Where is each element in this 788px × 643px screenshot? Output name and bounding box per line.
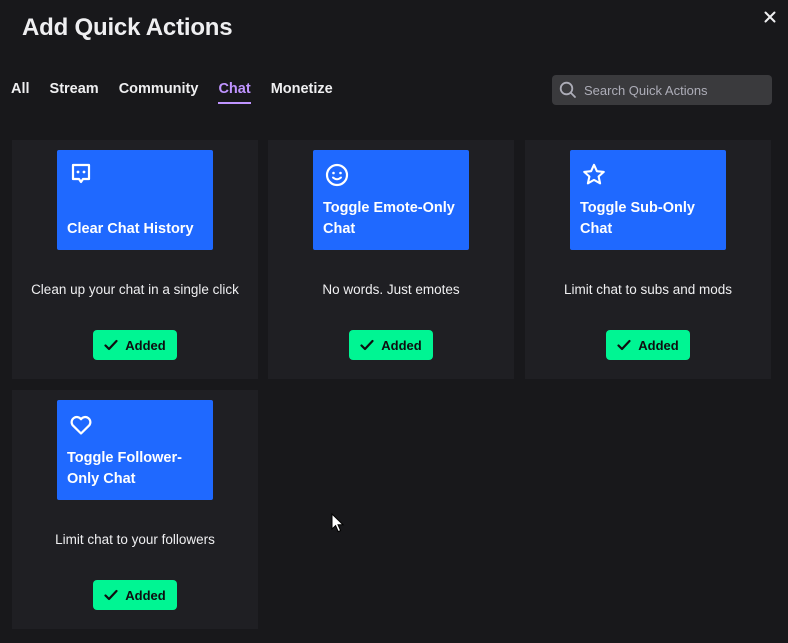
check-icon <box>617 339 631 351</box>
tab-stream[interactable]: Stream <box>50 80 99 104</box>
check-icon <box>104 589 118 601</box>
quick-action-tile-sub-only[interactable]: Toggle Sub-Only Chat <box>570 150 726 250</box>
star-icon <box>583 163 605 185</box>
quick-action-title: Toggle Emote-Only Chat <box>323 200 455 237</box>
added-button[interactable]: Added <box>349 330 433 360</box>
quick-action-card: Toggle Sub-Only Chat Limit chat to subs … <box>525 140 771 379</box>
added-label: Added <box>125 587 166 603</box>
close-icon <box>764 11 776 23</box>
quick-action-card: Toggle Follower-Only Chat Limit chat to … <box>12 390 258 629</box>
quick-action-description: No words. Just emotes <box>322 282 460 297</box>
tab-all[interactable]: All <box>11 80 30 104</box>
quick-actions-modal: Add Quick Actions All Stream Community C… <box>0 0 788 643</box>
quick-action-tile-clear-chat[interactable]: Clear Chat History <box>57 150 213 250</box>
close-button[interactable] <box>761 8 779 26</box>
tab-community[interactable]: Community <box>119 80 199 104</box>
heart-icon <box>70 415 92 435</box>
tab-monetize[interactable]: Monetize <box>271 80 333 104</box>
added-button[interactable]: Added <box>93 330 177 360</box>
added-label: Added <box>381 337 422 353</box>
quick-action-card: Toggle Emote-Only Chat No words. Just em… <box>268 140 514 379</box>
category-tabs: All Stream Community Chat Monetize <box>11 80 333 104</box>
quick-action-title: Toggle Sub-Only Chat <box>580 200 695 237</box>
added-label: Added <box>638 337 679 353</box>
search-input[interactable] <box>584 82 754 98</box>
search-icon <box>559 81 576 98</box>
added-label: Added <box>125 337 166 353</box>
added-button[interactable]: Added <box>606 330 690 360</box>
modal-title: Add Quick Actions <box>22 14 233 41</box>
chat-bubble-icon <box>71 163 91 184</box>
smiley-icon <box>325 163 349 187</box>
tab-chat[interactable]: Chat <box>218 80 251 104</box>
quick-action-tile-follower-only[interactable]: Toggle Follower-Only Chat <box>57 400 213 500</box>
quick-action-description: Limit chat to your followers <box>55 532 215 547</box>
check-icon <box>360 339 374 351</box>
quick-action-description: Clean up your chat in a single click <box>31 282 239 297</box>
added-button[interactable]: Added <box>93 580 177 610</box>
mouse-pointer-icon <box>331 513 345 533</box>
quick-action-description: Limit chat to subs and mods <box>563 282 733 297</box>
check-icon <box>104 339 118 351</box>
quick-action-title: Clear Chat History <box>67 221 194 237</box>
quick-action-tile-emote-only[interactable]: Toggle Emote-Only Chat <box>313 150 469 250</box>
quick-action-card: Clear Chat History Clean up your chat in… <box>12 140 258 379</box>
quick-action-title: Toggle Follower-Only Chat <box>67 450 182 487</box>
search-box[interactable] <box>552 75 772 105</box>
